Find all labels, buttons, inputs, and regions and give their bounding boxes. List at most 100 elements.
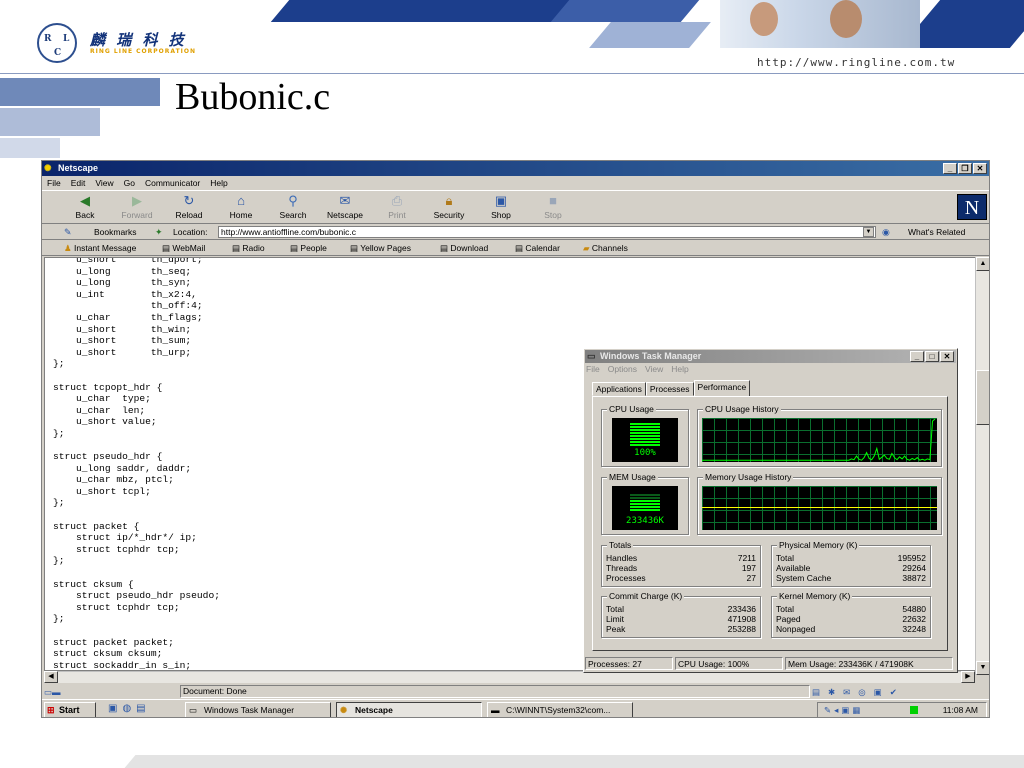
- yellow-pages-button[interactable]: ▤ Yellow Pages: [350, 240, 411, 256]
- mem-usage-label: MEM Usage: [607, 472, 658, 482]
- logo-letter-r: R: [44, 34, 52, 44]
- row-value: 27: [746, 573, 756, 583]
- row-key: Total: [776, 553, 794, 563]
- radio-button[interactable]: ▤ Radio: [232, 240, 265, 256]
- row-key: Paged: [776, 614, 801, 624]
- commit-limit-row: Limit 471908: [606, 614, 756, 624]
- tab-processes[interactable]: Processes: [645, 382, 694, 396]
- netscape-logo[interactable]: N: [957, 194, 987, 220]
- mem-usage-bars: [630, 494, 660, 512]
- clock[interactable]: 11:08 AM: [943, 703, 978, 717]
- mem-meter-segment: [630, 509, 660, 511]
- tm-maximize-button[interactable]: □: [925, 351, 939, 362]
- taskbar-item-command-prompt[interactable]: ▬ C:\WINNT\System32\com...: [487, 702, 633, 717]
- start-button[interactable]: ⊞ Start: [44, 702, 96, 717]
- commit-peak-row: Peak 253288: [606, 624, 756, 634]
- scroll-down-arrow-icon[interactable]: ▼: [976, 661, 989, 675]
- scroll-up-arrow-icon[interactable]: ▲: [976, 257, 989, 271]
- security-label: Security: [433, 210, 465, 220]
- browser-titlebar[interactable]: ✺ Netscape _ ❐ ✕: [42, 161, 989, 176]
- tm-menu-view[interactable]: View: [645, 364, 663, 374]
- menu-edit[interactable]: Edit: [71, 176, 86, 190]
- tm-minimize-button[interactable]: _: [910, 351, 924, 362]
- scroll-thumb[interactable]: [976, 370, 989, 425]
- row-value: 38872: [902, 573, 926, 583]
- print-button[interactable]: ⎙ Print: [371, 193, 423, 220]
- webmail-button[interactable]: ▤ WebMail: [162, 240, 205, 256]
- personal-toolbar: ♟ Instant Message ▤ WebMail ▤ Radio ▤ Pe…: [42, 240, 989, 256]
- instant-message-icon: ♟: [64, 243, 72, 253]
- home-label: Home: [229, 210, 253, 220]
- location-dropdown-icon[interactable]: ▼: [863, 227, 874, 237]
- tab-applications[interactable]: Applications: [592, 382, 646, 396]
- quick-launch-icons[interactable]: ▣◍▤: [108, 703, 151, 714]
- home-button[interactable]: ⌂ Home: [215, 193, 267, 220]
- download-button[interactable]: ▤ Download: [440, 240, 488, 256]
- stop-button[interactable]: ■ Stop: [527, 193, 579, 220]
- close-button[interactable]: ✕: [973, 163, 987, 174]
- back-label: Back: [75, 210, 95, 220]
- shop-button[interactable]: ▣ Shop: [475, 193, 527, 220]
- tm-menu-options[interactable]: Options: [608, 364, 637, 374]
- mem-meter-segment: [630, 506, 660, 508]
- bookmarks-button[interactable]: Bookmarks: [94, 224, 137, 240]
- menu-go[interactable]: Go: [124, 176, 135, 190]
- tab-performance[interactable]: Performance: [693, 380, 751, 397]
- row-value: 197: [741, 563, 756, 573]
- calendar-label: Calendar: [525, 243, 560, 253]
- search-label: Search: [279, 210, 307, 220]
- slide-title: Bubonic.c: [175, 76, 331, 118]
- task-manager-titlebar[interactable]: ▭ Windows Task Manager _ □ ✕: [585, 350, 956, 363]
- search-button[interactable]: ⚲ Search: [267, 193, 319, 220]
- webmail-label: WebMail: [172, 243, 206, 253]
- whats-related-button[interactable]: What's Related: [908, 224, 965, 240]
- row-key: Processes: [606, 573, 646, 583]
- totals-handles-row: Handles 7211: [606, 553, 756, 563]
- command-prompt-label: C:\WINNT\System32\com...: [506, 705, 611, 715]
- menu-help[interactable]: Help: [210, 176, 227, 190]
- row-value: 29264: [902, 563, 926, 573]
- instant-message-button[interactable]: ♟ Instant Message: [64, 240, 136, 256]
- commit-total-row: Total 233436: [606, 604, 756, 614]
- menu-communicator[interactable]: Communicator: [145, 176, 200, 190]
- bookmark-page-icon: ▤: [162, 243, 171, 253]
- tray-icons[interactable]: ✎◂▣▦: [824, 703, 863, 717]
- tm-menu-help[interactable]: Help: [671, 364, 688, 374]
- tm-menu-file[interactable]: File: [586, 364, 600, 374]
- location-input[interactable]: http://www.antioffline.com/bubonic.c: [218, 226, 876, 238]
- cpu-usage-group: CPU Usage 100%: [601, 404, 689, 467]
- cpu-meter-segment: [630, 423, 660, 425]
- channels-button[interactable]: ▰ Channels: [583, 240, 628, 256]
- calendar-button[interactable]: ▤ Calendar: [515, 240, 560, 256]
- people-button[interactable]: ▤ People: [290, 240, 327, 256]
- navigation-toolbar: ◀ Back ▶ Forward ↻ Reload ⌂ Home ⚲ Search ✉ Ne…: [42, 190, 989, 224]
- memory-history-graph: [702, 486, 937, 530]
- menu-file[interactable]: File: [47, 176, 61, 190]
- taskbar-item-task-manager[interactable]: ▭ Windows Task Manager: [185, 702, 331, 717]
- taskbar-item-netscape[interactable]: ✺ Netscape: [336, 702, 482, 717]
- forward-button[interactable]: ▶ Forward: [111, 193, 163, 220]
- back-button[interactable]: ◀ Back: [59, 193, 111, 220]
- connection-icon: ▭▬: [44, 687, 61, 697]
- bookmark-page-icon: ▤: [440, 243, 449, 253]
- logo-letter-l: L: [63, 34, 70, 44]
- restore-button[interactable]: ❐: [958, 163, 972, 174]
- menu-view[interactable]: View: [95, 176, 113, 190]
- netscape-button[interactable]: ✉ Netscape: [319, 193, 371, 220]
- tm-close-button[interactable]: ✕: [940, 351, 954, 362]
- window-controls: _ ❐ ✕: [943, 163, 987, 174]
- stop-icon: ■: [549, 193, 557, 208]
- memory-history-line: [702, 507, 937, 508]
- cpu-meter-segment: [630, 441, 660, 443]
- scroll-right-arrow-icon[interactable]: ▶: [961, 671, 975, 683]
- row-key: Total: [776, 604, 794, 614]
- scroll-left-arrow-icon[interactable]: ◀: [44, 671, 58, 683]
- memory-history-group: Memory Usage History: [697, 472, 942, 535]
- forward-label: Forward: [121, 210, 153, 220]
- cpu-meter-segment: [630, 426, 660, 428]
- security-button[interactable]: 🔒︎ Security: [423, 193, 475, 220]
- minimize-button[interactable]: _: [943, 163, 957, 174]
- vertical-scrollbar[interactable]: ▲ ▼: [975, 257, 989, 675]
- reload-button[interactable]: ↻ Reload: [163, 193, 215, 220]
- cpu-tray-indicator-icon[interactable]: [910, 706, 918, 714]
